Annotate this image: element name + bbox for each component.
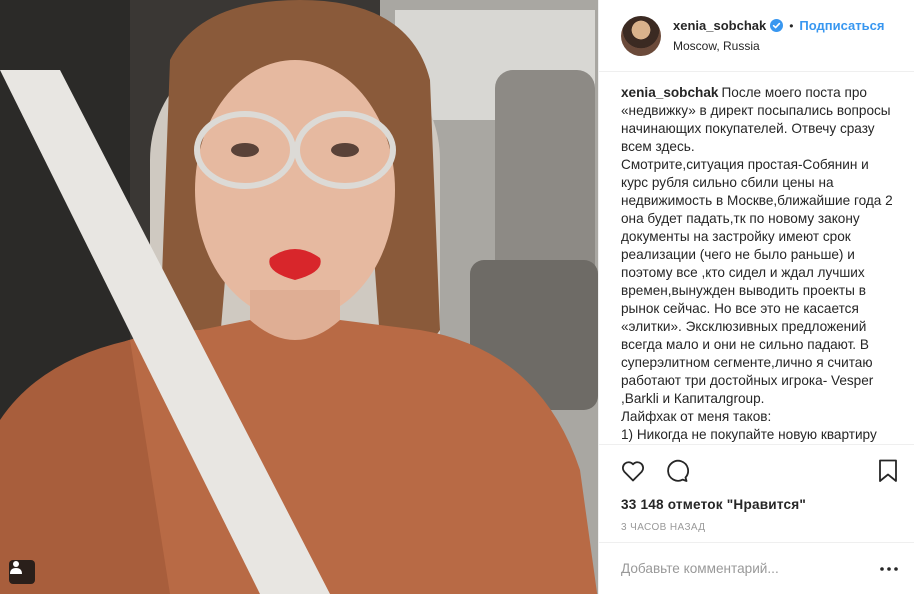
- separator-dot: •: [789, 18, 794, 33]
- post-header: xenia_sobchak • Подписаться Moscow, Russ…: [599, 0, 914, 72]
- location-link[interactable]: Moscow, Russia: [673, 37, 884, 55]
- follow-button[interactable]: Подписаться: [799, 17, 884, 35]
- like-button[interactable]: [621, 456, 651, 486]
- caption: xenia_sobchak После моего поста про «недв…: [599, 72, 914, 444]
- caption-author-link[interactable]: xenia_sobchak: [621, 85, 718, 100]
- username-link[interactable]: xenia_sobchak: [673, 17, 766, 35]
- verified-badge-icon: [770, 19, 784, 32]
- action-bar: [621, 451, 898, 491]
- post-footer: 33 148 отметок "Нравится" 3 часов назад: [599, 444, 914, 533]
- comment-bubble-icon: [667, 459, 689, 482]
- ellipsis-icon: [880, 566, 898, 571]
- caption-paragraph: xenia_sobchak После моего поста про «недв…: [621, 84, 898, 156]
- caption-paragraph: Смотрите,ситуация простая-Собянин и курс…: [621, 157, 893, 406]
- comment-input[interactable]: [621, 561, 874, 576]
- save-button[interactable]: [868, 456, 898, 486]
- heart-icon: [621, 461, 645, 482]
- comment-button[interactable]: [665, 456, 695, 486]
- bookmark-icon: [879, 459, 897, 482]
- caption-paragraph: Лайфхак от меня таков:: [621, 409, 772, 424]
- post-side-panel: xenia_sobchak • Подписаться Moscow, Russ…: [598, 0, 914, 594]
- post-timestamp[interactable]: 3 часов назад: [621, 522, 898, 533]
- header-row: xenia_sobchak • Подписаться: [673, 17, 884, 35]
- instagram-post: xenia_sobchak • Подписаться Moscow, Russ…: [0, 0, 914, 594]
- caption-paragraph: 1) Никогда не покупайте новую квартиру: [621, 427, 877, 442]
- header-info: xenia_sobchak • Подписаться Moscow, Russ…: [673, 17, 884, 55]
- person-tag-icon: [10, 561, 22, 574]
- post-photo[interactable]: [0, 0, 598, 594]
- avatar[interactable]: [621, 15, 661, 56]
- likes-count[interactable]: 33 148 отметок "Нравится": [621, 497, 898, 512]
- more-options-button[interactable]: [874, 566, 898, 571]
- selfie-illustration: [0, 0, 598, 594]
- tagged-people-button[interactable]: [9, 560, 35, 584]
- comment-form: [599, 542, 914, 594]
